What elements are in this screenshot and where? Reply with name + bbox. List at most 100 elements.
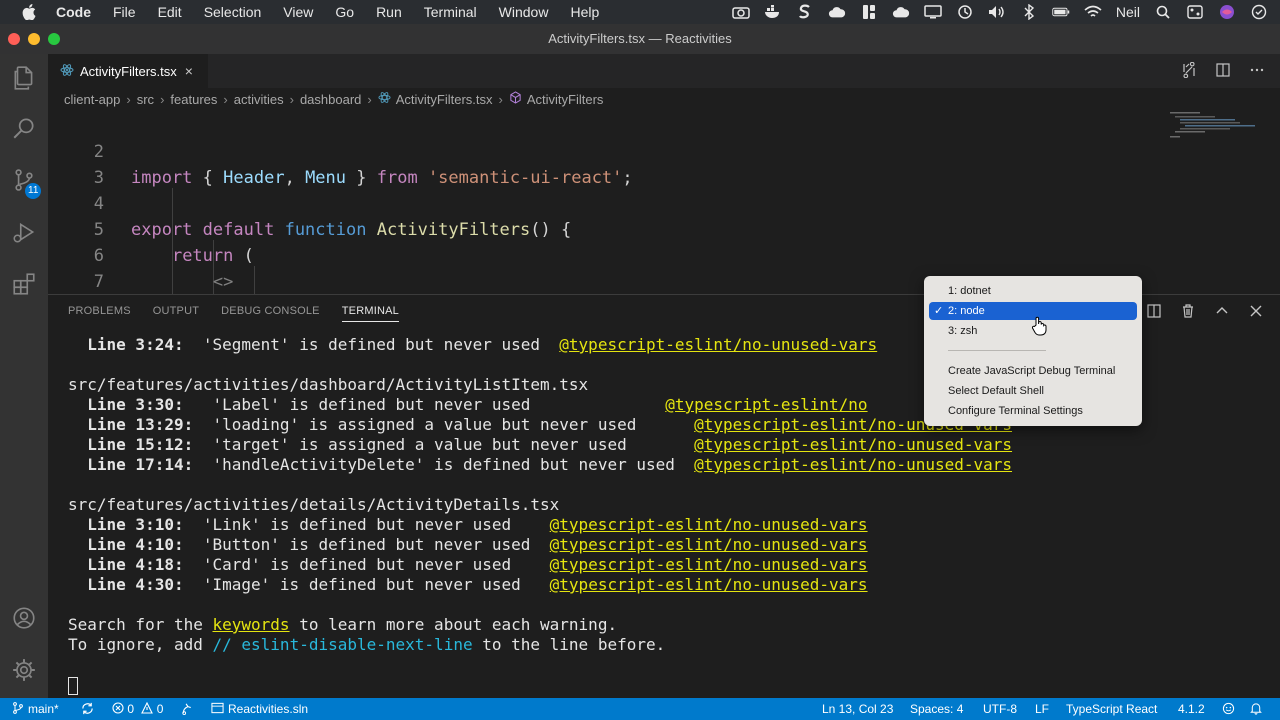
- code-line: 4 export default function ActivityFilter…: [48, 165, 1148, 240]
- breadcrumb-item[interactable]: activities: [234, 92, 284, 107]
- language-mode[interactable]: TypeScript React: [1066, 698, 1157, 720]
- dropdown-option-dotnet[interactable]: 1: dotnet: [929, 282, 1137, 300]
- menu-terminal[interactable]: Terminal: [424, 4, 477, 20]
- terminal-line: Line 17:14: 'handleActivityDelete' is de…: [87, 455, 1013, 474]
- breadcrumb-item[interactable]: features: [170, 92, 217, 107]
- open-changes-icon[interactable]: [1180, 61, 1198, 80]
- tab-terminal[interactable]: TERMINAL: [341, 305, 399, 322]
- split-terminal-icon[interactable]: [1146, 303, 1162, 322]
- branch-indicator[interactable]: main*: [12, 698, 59, 720]
- tab-problems[interactable]: PROBLEMS: [68, 305, 131, 322]
- cloud-icon[interactable]: [828, 4, 846, 20]
- search-icon[interactable]: [0, 104, 48, 152]
- terminal-select-dropdown: 1: dotnet ✓ 2: node 3: zsh Create JavaSc…: [924, 276, 1142, 426]
- settings-gear-icon[interactable]: [0, 646, 48, 694]
- sync-icon[interactable]: [81, 698, 94, 720]
- panel-actions: [1146, 303, 1264, 322]
- terminal-file-path: src/features/activities/details/Activity…: [68, 495, 560, 514]
- source-control-icon[interactable]: 11: [0, 156, 48, 204]
- window-icon: [211, 702, 224, 714]
- create-js-debug-terminal[interactable]: Create JavaScript Debug Terminal: [929, 362, 1137, 380]
- chevron-up-icon[interactable]: [1214, 303, 1230, 322]
- accounts-icon[interactable]: [0, 594, 48, 642]
- encoding[interactable]: UTF-8: [983, 698, 1017, 720]
- breadcrumb-item[interactable]: ActivityFilters.tsx: [396, 92, 493, 107]
- problems-indicator[interactable]: 0 0: [112, 698, 163, 720]
- search-icon[interactable]: [1154, 4, 1172, 20]
- warning-icon: [141, 701, 154, 714]
- menu-window[interactable]: Window: [499, 4, 549, 20]
- close-tab-icon[interactable]: ×: [185, 63, 193, 79]
- code-line: 6 <>: [48, 217, 1148, 292]
- terminal-line: Line 3:24: 'Segment' is defined but neve…: [87, 335, 878, 354]
- code-editor[interactable]: 2 import { Header, Menu } from 'semantic…: [48, 110, 1280, 294]
- close-window-button[interactable]: [8, 33, 20, 45]
- battery-icon[interactable]: [1052, 4, 1070, 20]
- tab-label: ActivityFilters.tsx: [80, 63, 177, 79]
- run-debug-icon[interactable]: [0, 208, 48, 256]
- menu-run[interactable]: Run: [376, 4, 402, 20]
- terminal-line: Line 3:10: 'Link' is defined but never u…: [87, 515, 868, 534]
- hand-pointer-icon: [1031, 316, 1047, 336]
- configure-terminal-settings[interactable]: Configure Terminal Settings: [929, 402, 1137, 420]
- code-line: 2 import { Header, Menu } from 'semantic…: [48, 113, 1148, 188]
- checkmark-icon: ✓: [934, 305, 944, 317]
- menu-view[interactable]: View: [283, 4, 313, 20]
- cloud-app-icon[interactable]: [892, 4, 910, 20]
- editor-tab-bar: ActivityFilters.tsx ×: [48, 54, 1280, 88]
- chevron-right-icon: ›: [223, 91, 228, 107]
- menu-app-name[interactable]: Code: [56, 4, 91, 20]
- camera-icon[interactable]: [732, 4, 750, 20]
- time-machine-icon[interactable]: [956, 4, 974, 20]
- more-actions-icon[interactable]: [1248, 62, 1266, 80]
- notification-icon[interactable]: [1250, 4, 1268, 20]
- menu-edit[interactable]: Edit: [158, 4, 182, 20]
- menu-file[interactable]: File: [113, 4, 136, 20]
- split-editor-icon[interactable]: [1214, 62, 1232, 80]
- s-app-icon[interactable]: [796, 4, 814, 20]
- menu-bar-user[interactable]: Neil: [1116, 4, 1140, 20]
- tab-output[interactable]: OUTPUT: [153, 305, 199, 322]
- window-title-bar: ActivityFilters.tsx — Reactivities: [0, 24, 1280, 54]
- control-center-icon[interactable]: [1186, 4, 1204, 20]
- trash-icon[interactable]: [1180, 303, 1196, 322]
- explorer-icon[interactable]: [0, 54, 48, 102]
- siri-icon[interactable]: [1218, 4, 1236, 20]
- terminal-file-path: src/features/activities/dashboard/Activi…: [68, 375, 589, 394]
- volume-icon[interactable]: [988, 4, 1006, 20]
- zoom-window-button[interactable]: [48, 33, 60, 45]
- apple-icon[interactable]: [20, 3, 38, 21]
- notifications-bell-icon[interactable]: [1250, 698, 1262, 720]
- bluetooth-icon[interactable]: [1020, 4, 1038, 20]
- terminal-line: Line 15:12: 'target' is assigned a value…: [87, 435, 1013, 454]
- breadcrumb-item[interactable]: client-app: [64, 92, 120, 107]
- feedback-icon[interactable]: [1222, 698, 1235, 720]
- breadcrumb-item[interactable]: dashboard: [300, 92, 361, 107]
- menu-go[interactable]: Go: [335, 4, 354, 20]
- tab-activityfilters[interactable]: ActivityFilters.tsx ×: [48, 54, 208, 88]
- menu-selection[interactable]: Selection: [204, 4, 262, 20]
- macos-menu-bar: Code File Edit Selection View Go Run Ter…: [0, 0, 1280, 24]
- solution-indicator[interactable]: Reactivities.sln: [211, 698, 308, 720]
- extensions-icon[interactable]: [0, 260, 48, 308]
- breadcrumb-item[interactable]: src: [137, 92, 154, 107]
- menu-bar-tray: Neil: [732, 0, 1268, 24]
- grid-icon[interactable]: [860, 4, 878, 20]
- docker-icon[interactable]: [764, 4, 782, 20]
- minimap[interactable]: [1170, 110, 1260, 150]
- live-share-icon[interactable]: [181, 698, 193, 720]
- cursor-position[interactable]: Ln 13, Col 23: [822, 698, 893, 720]
- tab-debug-console[interactable]: DEBUG CONSOLE: [221, 305, 320, 322]
- code-line: 5 return (: [48, 191, 1148, 266]
- terminal-line: Line 13:29: 'loading' is assigned a valu…: [87, 415, 1013, 434]
- display-icon[interactable]: [924, 4, 942, 20]
- breadcrumb-item[interactable]: ActivityFilters: [527, 92, 604, 107]
- close-panel-icon[interactable]: [1248, 303, 1264, 322]
- indentation[interactable]: Spaces: 4: [910, 698, 963, 720]
- typescript-version[interactable]: 4.1.2: [1178, 698, 1205, 720]
- menu-help[interactable]: Help: [570, 4, 599, 20]
- end-of-line[interactable]: LF: [1035, 698, 1049, 720]
- minimize-window-button[interactable]: [28, 33, 40, 45]
- wifi-icon[interactable]: [1084, 4, 1102, 20]
- select-default-shell[interactable]: Select Default Shell: [929, 382, 1137, 400]
